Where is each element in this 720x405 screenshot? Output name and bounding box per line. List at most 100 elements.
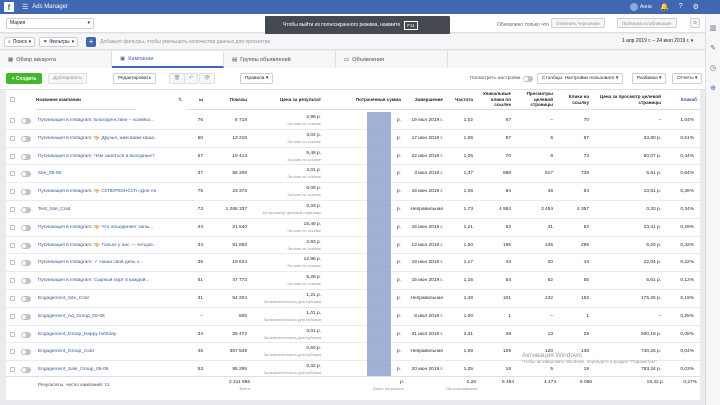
col-ctr[interactable]: Кликаб bbox=[664, 90, 700, 110]
campaign-name-link[interactable]: Engagement_Sale_Group_05-06 bbox=[38, 367, 156, 372]
table-row[interactable]: Публикация в Instagram: ✓ Наши свой день… bbox=[6, 254, 700, 273]
account-selector[interactable]: Мария ▾ bbox=[6, 17, 94, 29]
col-cost-per-view[interactable]: Цена за просмотр целевой страницы bbox=[592, 90, 664, 110]
tab-campaigns[interactable]: ▣ Кампании bbox=[112, 51, 224, 68]
tab-ad-sets[interactable]: ▤ Группы объявлений bbox=[224, 51, 336, 68]
gear-icon[interactable]: ⚙ bbox=[693, 3, 699, 11]
col-page-views[interactable]: Просмотры целевой страницы bbox=[514, 90, 556, 110]
row-checkbox[interactable] bbox=[10, 224, 15, 230]
col-campaign-name[interactable]: Название кампании bbox=[36, 90, 136, 110]
campaign-toggle[interactable] bbox=[21, 260, 31, 267]
campaign-toggle[interactable] bbox=[21, 242, 31, 249]
review-publish-button[interactable]: Проверка и публикация bbox=[617, 18, 677, 28]
campaign-name-link[interactable]: Engagement_Site_Cold bbox=[38, 296, 156, 301]
campaign-name-link[interactable]: Публикация в Instagram: Сырный борт в ка… bbox=[38, 278, 156, 283]
select-all-checkbox[interactable] bbox=[10, 97, 15, 102]
search-dropdown[interactable]: ⌕ Поиск ▾ bbox=[4, 36, 36, 47]
row-checkbox[interactable] bbox=[10, 242, 15, 248]
row-checkbox[interactable] bbox=[10, 171, 15, 177]
row-checkbox[interactable] bbox=[10, 278, 15, 284]
row-checkbox[interactable] bbox=[10, 189, 15, 195]
campaign-toggle[interactable] bbox=[21, 224, 31, 231]
campaign-name-link[interactable]: Публикация в Instagram: Чем заняться в в… bbox=[38, 154, 156, 159]
campaign-name-link[interactable]: Engagement_Group_Cold bbox=[38, 349, 156, 354]
date-range-picker[interactable]: 1 апр 2019 г. – 24 июл 2019 г. ▾ bbox=[622, 38, 693, 44]
row-checkbox[interactable] bbox=[10, 313, 15, 319]
bell-icon[interactable]: 🔔 bbox=[660, 3, 669, 11]
campaign-toggle[interactable] bbox=[21, 118, 31, 124]
campaign-name-link[interactable]: Публикация в Instagram: 🐎 СУПЕРКОНСУЛ «Д… bbox=[38, 189, 156, 194]
campaign-name-link[interactable]: Публикация в Instagram: 🐎 Только у нас —… bbox=[38, 243, 156, 248]
campaign-name-link[interactable]: Публикация в Instagram: Благоденствие – … bbox=[38, 118, 156, 123]
campaign-name-link[interactable]: Site_05-06 bbox=[38, 171, 156, 176]
preview-icon[interactable]: 👁 bbox=[199, 73, 216, 84]
col-ends[interactable]: Завершение bbox=[404, 90, 446, 110]
row-checkbox[interactable] bbox=[10, 349, 15, 355]
campaign-toggle[interactable] bbox=[21, 207, 31, 213]
columns-dropdown[interactable]: Столбцы: Настройки пользовате ▾ bbox=[537, 73, 624, 84]
chart-icon[interactable]: ▥ bbox=[710, 24, 717, 32]
row-checkbox[interactable] bbox=[10, 260, 15, 266]
campaign-name-link[interactable]: Engagement_Group_Happy birthday bbox=[38, 332, 156, 337]
campaign-toggle[interactable] bbox=[21, 278, 31, 285]
table-row[interactable]: Engagement_Site_Cold 31 54 204 1,21 р. За во… bbox=[6, 290, 700, 308]
rules-dropdown[interactable]: Правила ▾ bbox=[240, 73, 274, 84]
campaign-name-link[interactable]: Test_Site_Cold bbox=[38, 207, 156, 212]
table-row[interactable]: Публикация в Instagram: 🐎 Друзья, жим ва… bbox=[6, 130, 700, 148]
row-checkbox[interactable] bbox=[10, 135, 15, 141]
col-reach[interactable]: Показы bbox=[206, 90, 250, 110]
table-row[interactable]: Публикация в Instagram: Благоденствие – … bbox=[6, 112, 700, 130]
table-row[interactable]: Engagement_Ad_Group_05-06–800 1,01 р. За в… bbox=[6, 308, 700, 326]
campaign-name-link[interactable]: Публикация в Instagram: 🐎 Что объединяет… bbox=[38, 225, 156, 230]
campaign-toggle[interactable] bbox=[21, 367, 31, 374]
edit-button[interactable]: Редактировать bbox=[113, 73, 157, 84]
add-icon[interactable]: ⊕ bbox=[710, 84, 716, 92]
user-menu[interactable]: Анна bbox=[630, 3, 652, 11]
campaign-name-link[interactable]: Публикация в Instagram: 🐎 Друзья, жим ва… bbox=[38, 136, 156, 141]
campaign-name-link[interactable]: Engagement_Ad_Group_05-06 bbox=[38, 314, 156, 319]
table-row[interactable]: Публикация в Instagram: Сырный борт в ка… bbox=[6, 272, 700, 290]
history-icon[interactable]: ◷ bbox=[710, 64, 716, 72]
sort-icon[interactable]: ⇅ bbox=[178, 97, 182, 103]
row-checkbox[interactable] bbox=[10, 296, 15, 301]
discard-drafts-button[interactable]: Отменить черновики bbox=[551, 18, 605, 28]
add-filter-button[interactable]: + bbox=[86, 36, 97, 47]
tab-ads[interactable]: ▭ Объявления bbox=[336, 51, 448, 68]
table-row[interactable]: Публикация в Instagram: Чем заняться в в… bbox=[6, 148, 700, 166]
campaign-name-link[interactable]: Публикация в Instagram: ✓ Наши свой день… bbox=[38, 260, 156, 265]
help-icon[interactable]: ? bbox=[679, 3, 683, 11]
row-checkbox[interactable] bbox=[10, 207, 15, 212]
col-unique-clicks[interactable]: Уникальные клики по ссылке bbox=[476, 90, 514, 110]
row-checkbox[interactable] bbox=[10, 367, 15, 373]
duplicate-button[interactable]: Дублировать bbox=[48, 73, 87, 84]
row-checkbox[interactable] bbox=[10, 153, 15, 159]
campaign-toggle[interactable] bbox=[21, 313, 31, 320]
row-checkbox[interactable] bbox=[10, 331, 15, 337]
table-row[interactable]: Публикация в Instagram: 🐎 Что объединяет… bbox=[6, 219, 700, 237]
col-frequency[interactable]: Частота bbox=[446, 90, 476, 110]
create-button[interactable]: + Создать bbox=[6, 73, 42, 84]
table-row[interactable]: Engagement_Group_Happy birthday 34 39 472 3… bbox=[6, 326, 700, 344]
undo-icon[interactable]: ↶ bbox=[184, 73, 199, 84]
tab-account-overview[interactable]: ▦ Обзор аккаунта bbox=[0, 51, 112, 68]
breakdown-dropdown[interactable]: Разбивка ▾ bbox=[632, 73, 667, 84]
campaign-toggle[interactable] bbox=[21, 296, 31, 302]
hamburger-menu-icon[interactable]: ☰ bbox=[22, 3, 28, 11]
campaign-toggle[interactable] bbox=[21, 135, 31, 142]
campaign-toggle[interactable] bbox=[21, 171, 31, 178]
edit-icon[interactable]: ✎ bbox=[710, 44, 716, 52]
facebook-logo-icon[interactable]: f bbox=[4, 2, 14, 12]
delete-icon[interactable]: 🗑 bbox=[169, 73, 186, 84]
filters-dropdown[interactable]: ⏷ Фильтры ▾ bbox=[39, 36, 79, 47]
col-link-clicks[interactable]: Клики на ссылку bbox=[556, 90, 592, 110]
reports-dropdown[interactable]: Отчеты ▾ bbox=[672, 73, 703, 84]
campaign-toggle[interactable] bbox=[21, 349, 31, 356]
table-row[interactable]: Site_05-06 37 88 209 2,01 р. За клик по ссыл… bbox=[6, 165, 700, 184]
campaign-toggle[interactable] bbox=[21, 189, 31, 196]
header-gear-icon[interactable]: ⚙ bbox=[690, 18, 701, 28]
col-results[interactable]: ы bbox=[186, 90, 206, 110]
campaign-toggle[interactable] bbox=[21, 331, 31, 338]
table-row[interactable]: Публикация в Instagram: 🐎 Только у нас —… bbox=[6, 237, 700, 255]
col-cost-per-result[interactable]: Цена за результат bbox=[250, 90, 324, 110]
row-checkbox[interactable] bbox=[10, 118, 15, 123]
